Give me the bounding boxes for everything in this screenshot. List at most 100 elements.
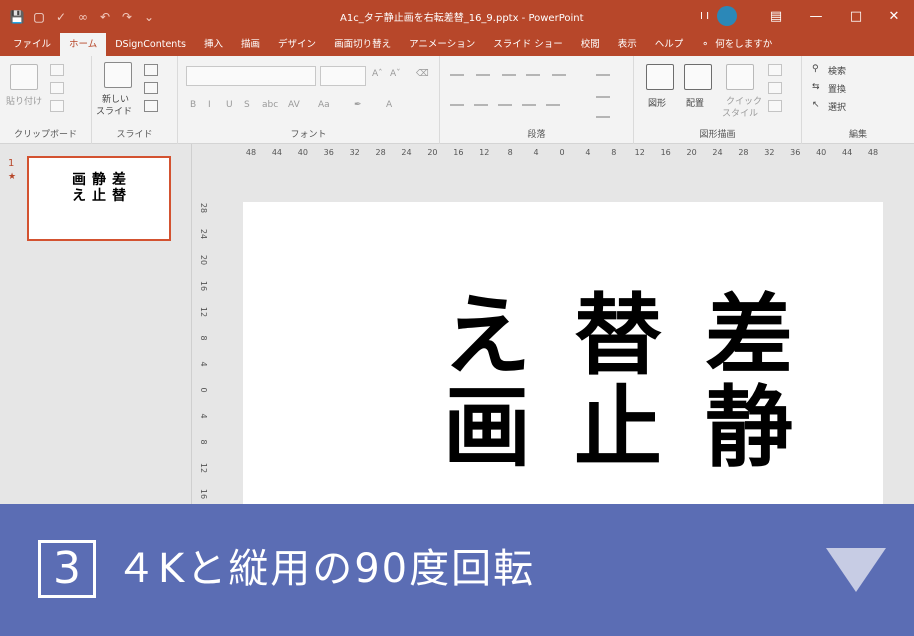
decrease-indent-icon[interactable]: [502, 74, 516, 76]
group-label-paragraph: 段落: [527, 130, 546, 140]
document-title: A1c_タテ静止画を右転差替_16_9.pptx - PowerPoint: [340, 13, 584, 24]
spellcheck-icon[interactable]: ∞: [72, 6, 94, 28]
bold-icon[interactable]: B: [190, 100, 196, 110]
reset-icon[interactable]: [144, 82, 158, 94]
numbering-icon[interactable]: [476, 74, 490, 76]
text-column: え 画: [443, 290, 531, 504]
redo-icon[interactable]: ↷: [116, 6, 138, 28]
minimize-icon[interactable]: —: [796, 0, 836, 33]
tab-dsigncontents[interactable]: DSignContents: [106, 33, 195, 56]
tab-review[interactable]: 校閲: [572, 33, 609, 56]
font-name-select[interactable]: [186, 66, 316, 86]
select-button[interactable]: 選択: [828, 100, 846, 113]
shape-effects-icon[interactable]: [768, 100, 782, 112]
ruler-tick-label: 8: [199, 335, 208, 340]
save-icon[interactable]: 💾: [6, 6, 28, 28]
text-direction-icon[interactable]: [596, 74, 610, 76]
replace-button[interactable]: 置換: [828, 82, 846, 95]
horizontal-ruler[interactable]: 48 44 40 36 32 28 24 20 16 12 8 4 0 4 8 12 16 20 24 28 32 36 4…: [243, 144, 883, 160]
shape-fill-icon[interactable]: [768, 64, 782, 76]
tab-design[interactable]: デザイン: [269, 33, 325, 56]
tab-transitions[interactable]: 画面切り替え: [325, 33, 400, 56]
find-icon[interactable]: ⚲: [812, 64, 819, 74]
font-shrink-icon[interactable]: Aˇ: [390, 69, 401, 79]
tab-draw[interactable]: 描画: [232, 33, 269, 56]
ribbon-display-options-icon[interactable]: ▤: [756, 0, 796, 33]
format-painter-icon[interactable]: ✓: [50, 6, 72, 28]
paste-button[interactable]: 貼り付け: [6, 94, 42, 107]
paste-icon[interactable]: [10, 64, 38, 90]
thumb-char: え: [72, 188, 86, 204]
italic-icon[interactable]: I: [208, 100, 211, 110]
align-text-icon[interactable]: [596, 96, 610, 98]
distributed-icon[interactable]: [546, 104, 560, 106]
increase-indent-icon[interactable]: [526, 74, 540, 76]
align-left-icon[interactable]: [450, 104, 464, 106]
font-size-select[interactable]: [320, 66, 366, 86]
new-slide-icon[interactable]: [104, 62, 132, 88]
clear-format-icon[interactable]: ⌫: [416, 69, 429, 79]
tab-animations[interactable]: アニメーション: [400, 33, 484, 56]
maximize-icon[interactable]: □: [836, 0, 876, 33]
slide-canvas[interactable]: 差 静 替 止 え 画: [243, 202, 883, 504]
shapes-icon[interactable]: [646, 64, 674, 90]
tab-file[interactable]: ファイル: [4, 33, 60, 56]
expand-triangle-icon[interactable]: [826, 548, 886, 592]
new-slide-label-2[interactable]: スライド: [96, 104, 132, 117]
quick-styles-icon[interactable]: [726, 64, 754, 90]
arrange-icon[interactable]: [684, 64, 712, 90]
tab-slideshow[interactable]: スライド ショー: [484, 33, 572, 56]
format-painter-button-icon[interactable]: [50, 100, 64, 112]
banner-title: ４Kと縦用の90度回転: [116, 546, 536, 592]
avatar[interactable]: [717, 6, 738, 26]
group-slides: 新しい スライド スライド: [92, 56, 178, 144]
quick-styles-label-2[interactable]: スタイル: [722, 106, 758, 119]
thumb-char: 差: [112, 172, 126, 188]
account-area[interactable]: I I: [700, 6, 738, 26]
ruler-tick-label: 16: [453, 148, 463, 157]
bullets-icon[interactable]: [450, 74, 464, 76]
tab-help[interactable]: ヘルプ: [646, 33, 693, 56]
close-icon[interactable]: ✕: [874, 0, 914, 33]
copy-icon[interactable]: [50, 82, 64, 94]
shape-outline-icon[interactable]: [768, 82, 782, 94]
ruler-tick-label: 0: [199, 387, 208, 392]
align-center-icon[interactable]: [474, 104, 488, 106]
thumb-column: 静 止: [92, 172, 106, 239]
slide-thumbnail[interactable]: 差 替 静 止 画 え: [27, 156, 171, 241]
group-font: Aˆ Aˇ ⌫ B I U S abc AV Aa ✒ A フォント: [178, 56, 440, 144]
undo-icon[interactable]: ↶: [94, 6, 116, 28]
find-button[interactable]: 検索: [828, 64, 846, 77]
arrange-button[interactable]: 配置: [686, 96, 704, 109]
thumb-column: 画 え: [72, 172, 86, 239]
section-icon[interactable]: [144, 100, 158, 112]
vertical-ruler[interactable]: 28 24 20 16 12 8 4 0 4 8 12 16: [193, 202, 209, 502]
cut-icon[interactable]: [50, 64, 64, 76]
underline-icon[interactable]: U: [226, 100, 233, 110]
replace-icon[interactable]: ⇆: [812, 82, 820, 92]
tab-insert[interactable]: 挿入: [195, 33, 232, 56]
customize-qat-icon[interactable]: ⌄: [138, 6, 160, 28]
group-label-slides: スライド: [116, 130, 153, 140]
tab-home[interactable]: ホーム: [60, 33, 107, 56]
tell-me-box[interactable]: ⚬ 何をしますか: [692, 33, 781, 56]
font-grow-icon[interactable]: Aˆ: [372, 69, 383, 79]
vertical-text-box[interactable]: 差 静 替 止 え 画: [443, 290, 793, 504]
change-case-icon[interactable]: Aa: [318, 100, 330, 110]
strikethrough-icon[interactable]: abc: [262, 100, 278, 110]
slide-char: 替: [573, 284, 662, 387]
shapes-button[interactable]: 図形: [648, 96, 666, 109]
thumb-char: 画: [72, 172, 86, 188]
font-color-icon[interactable]: A: [386, 100, 392, 110]
touch-mode-icon[interactable]: ▢: [28, 6, 50, 28]
justify-icon[interactable]: [522, 104, 536, 106]
shadow-icon[interactable]: S: [244, 100, 250, 110]
align-right-icon[interactable]: [498, 104, 512, 106]
smartart-icon[interactable]: [596, 116, 610, 118]
select-icon[interactable]: ↖: [812, 100, 820, 110]
tab-view[interactable]: 表示: [609, 33, 646, 56]
char-spacing-icon[interactable]: AV: [288, 100, 300, 110]
highlight-icon[interactable]: ✒: [354, 100, 362, 110]
layout-icon[interactable]: [144, 64, 158, 76]
line-spacing-icon[interactable]: [552, 74, 566, 76]
